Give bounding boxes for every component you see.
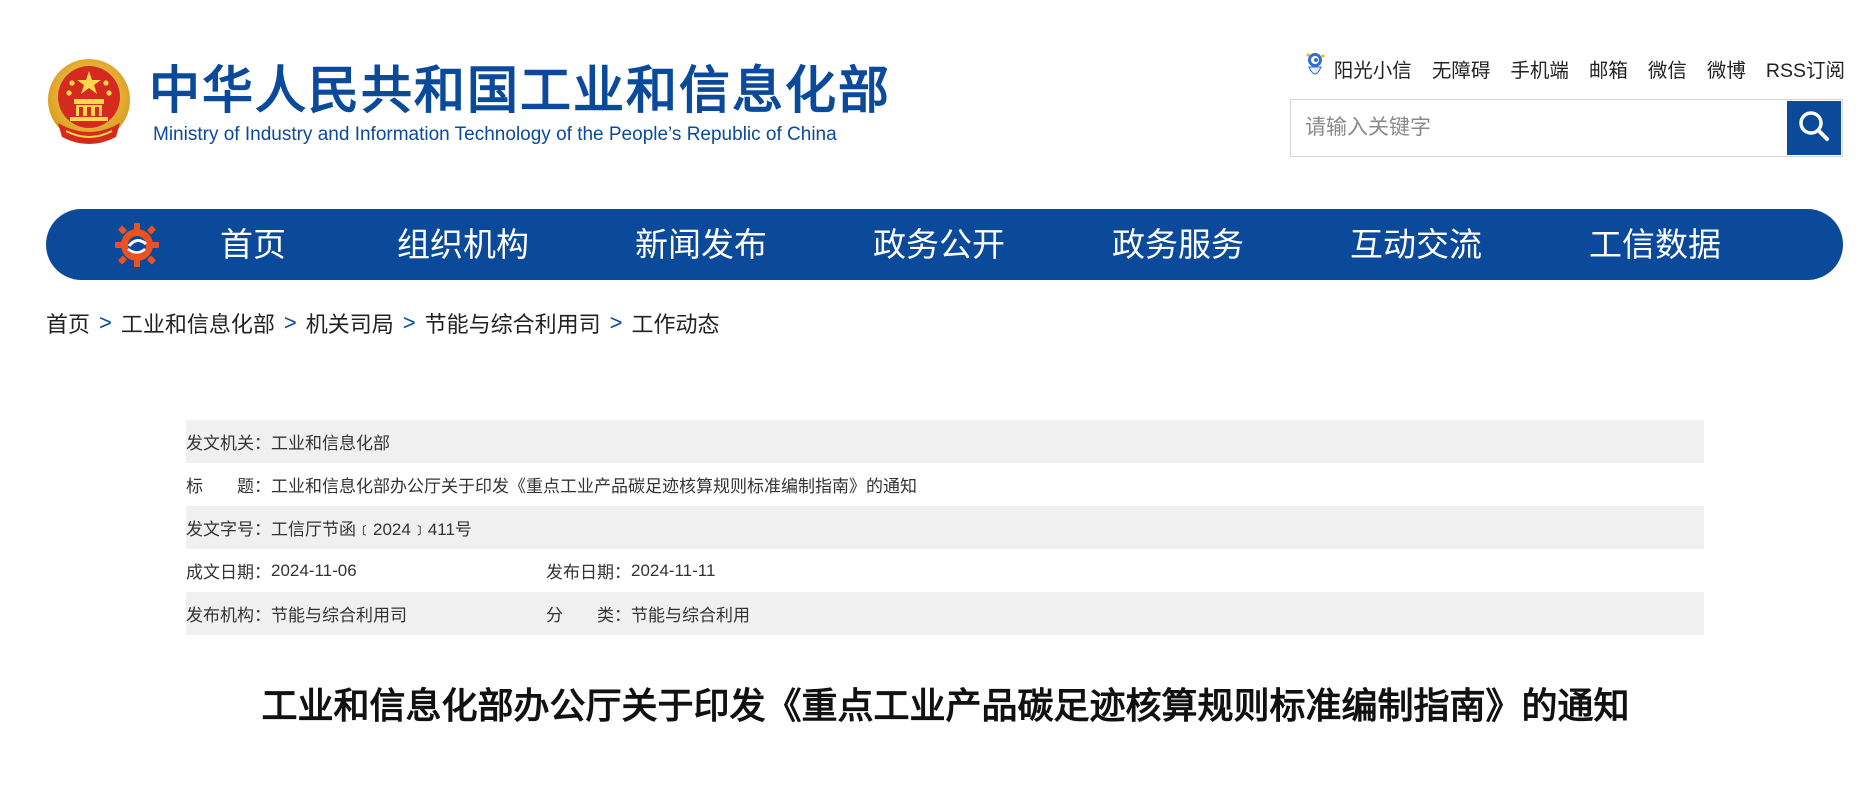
- breadcrumb: 首页 > 工业和信息化部 > 机关司局 > 节能与综合利用司 > 工作动态: [46, 307, 720, 339]
- breadcrumb-separator: >: [609, 310, 623, 335]
- doc-no-value: 工信厅节函﹝2024﹞411号: [271, 520, 472, 539]
- publish-date-label: 发布日期：: [546, 563, 631, 582]
- nav-news[interactable]: 新闻发布: [635, 209, 767, 280]
- publisher-label: 发布机构：: [186, 606, 271, 625]
- written-date-label: 成文日期：: [186, 563, 271, 582]
- main-nav: 首页 组织机构 新闻发布 政务公开 政务服务 互动交流 工信数据: [46, 209, 1843, 280]
- top-link-mobile[interactable]: 手机端: [1510, 54, 1569, 83]
- mascot-icon: [1304, 51, 1326, 85]
- top-links: 阳光小信 无障碍 手机端 邮箱 微信 微博 RSS订阅: [1304, 52, 1845, 84]
- national-emblem-logo[interactable]: [46, 57, 132, 149]
- top-link-mail[interactable]: 邮箱: [1589, 54, 1628, 83]
- meta-cell: 发布机构： 节能与综合利用司: [186, 601, 546, 626]
- top-link-accessibility[interactable]: 无障碍: [1432, 54, 1491, 83]
- nav-interaction[interactable]: 互动交流: [1350, 209, 1482, 280]
- breadcrumb-energy-dept[interactable]: 节能与综合利用司: [425, 307, 601, 339]
- breadcrumb-departments[interactable]: 机关司局: [306, 307, 394, 339]
- breadcrumb-work-news[interactable]: 工作动态: [632, 307, 720, 339]
- written-date-value: 2024-11-06: [271, 560, 357, 580]
- category-label: 分 类：: [546, 606, 631, 625]
- top-link-rss[interactable]: RSS订阅: [1766, 54, 1845, 83]
- meta-cell: 分 类： 节能与综合利用: [546, 601, 750, 626]
- nav-gov-affairs[interactable]: 政务公开: [873, 209, 1005, 280]
- meta-row-title: 标 题： 工业和信息化部办公厅关于印发《重点工业产品碳足迹核算规则标准编制指南》…: [186, 463, 1704, 506]
- breadcrumb-separator: >: [99, 310, 112, 335]
- search-icon: [1797, 109, 1831, 148]
- breadcrumb-separator: >: [283, 310, 297, 335]
- search-input[interactable]: [1291, 100, 1786, 156]
- title-label: 标 题：: [186, 477, 271, 496]
- issuer-label: 发文机关：: [186, 434, 271, 453]
- meta-cell: 成文日期： 2024-11-06: [186, 558, 546, 583]
- meta-row-dates: 成文日期： 2024-11-06 发布日期： 2024-11-11: [186, 549, 1704, 592]
- search-box: [1290, 99, 1843, 157]
- title-value: 工业和信息化部办公厅关于印发《重点工业产品碳足迹核算规则标准编制指南》的通知: [271, 477, 917, 496]
- top-link-sunshine[interactable]: 阳光小信: [1334, 54, 1412, 83]
- nav-data[interactable]: 工信数据: [1589, 209, 1721, 280]
- site-subtitle: Ministry of Industry and Information Tec…: [153, 124, 837, 145]
- nav-organization[interactable]: 组织机构: [397, 209, 529, 280]
- breadcrumb-home[interactable]: 首页: [46, 307, 90, 339]
- breadcrumb-ministry[interactable]: 工业和信息化部: [121, 307, 275, 339]
- issuer-value: 工业和信息化部: [271, 434, 390, 453]
- top-link-wechat[interactable]: 微信: [1648, 54, 1687, 83]
- breadcrumb-separator: >: [402, 310, 416, 335]
- meta-cell: 发布日期： 2024-11-11: [546, 558, 715, 583]
- meta-row-issuer: 发文机关： 工业和信息化部: [186, 420, 1704, 463]
- publish-date-value: 2024-11-11: [631, 560, 716, 580]
- nav-home[interactable]: 首页: [220, 209, 286, 280]
- meta-cell: 标 题： 工业和信息化部办公厅关于印发《重点工业产品碳足迹核算规则标准编制指南》…: [186, 472, 917, 497]
- site-title[interactable]: 中华人民共和国工业和信息化部: [149, 62, 891, 122]
- document-meta-table: 发文机关： 工业和信息化部 标 题： 工业和信息化部办公厅关于印发《重点工业产品…: [186, 420, 1704, 635]
- doc-no-label: 发文字号：: [186, 520, 271, 539]
- nav-gov-services[interactable]: 政务服务: [1112, 209, 1244, 280]
- document-title: 工业和信息化部办公厅关于印发《重点工业产品碳足迹核算规则标准编制指南》的通知: [261, 686, 1630, 727]
- top-link-weibo[interactable]: 微博: [1707, 54, 1746, 83]
- publisher-value: 节能与综合利用司: [271, 606, 407, 625]
- search-button[interactable]: [1787, 101, 1841, 155]
- meta-cell: 发文机关： 工业和信息化部: [186, 429, 390, 454]
- meta-row-publisher: 发布机构： 节能与综合利用司 分 类： 节能与综合利用: [186, 592, 1704, 635]
- meta-cell: 发文字号： 工信厅节函﹝2024﹞411号: [186, 515, 472, 540]
- category-value: 节能与综合利用: [631, 606, 750, 625]
- miit-gear-logo-icon[interactable]: [114, 222, 160, 268]
- meta-row-doc-no: 发文字号： 工信厅节函﹝2024﹞411号: [186, 506, 1704, 549]
